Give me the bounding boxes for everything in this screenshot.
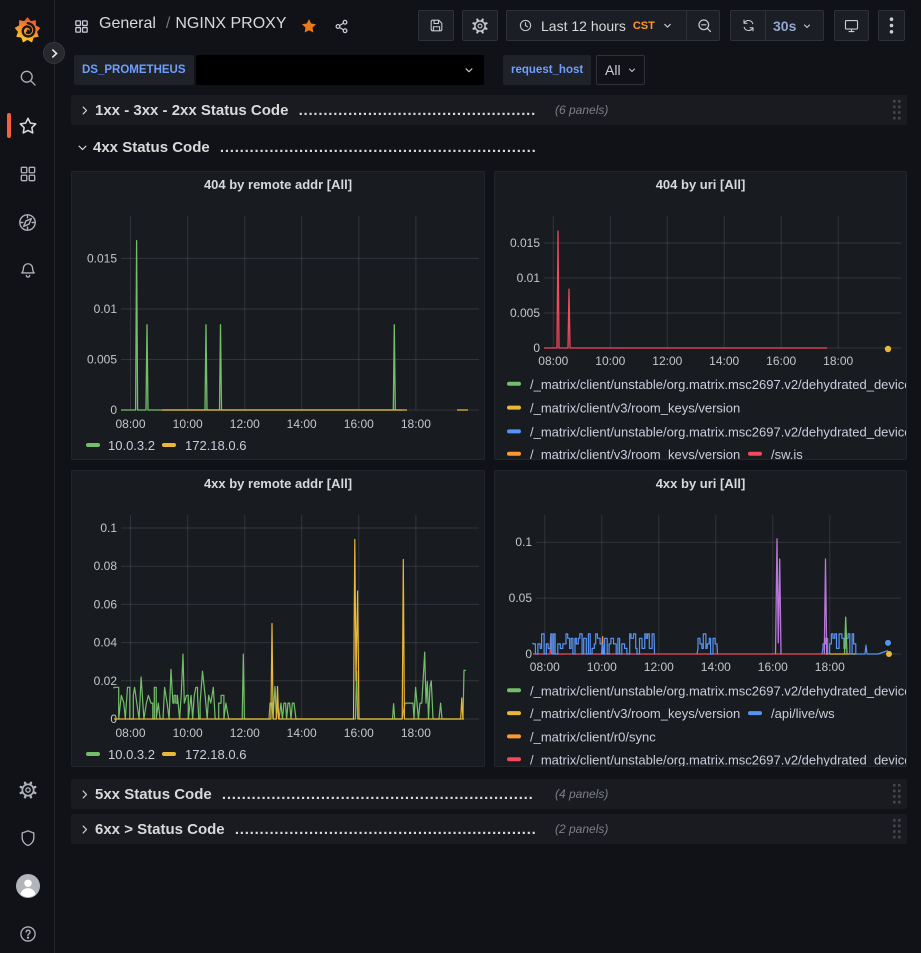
svg-text:10:00: 10:00 — [595, 354, 625, 368]
svg-text:0.01: 0.01 — [94, 302, 118, 316]
svg-text:18:00: 18:00 — [401, 726, 431, 740]
svg-text:12:00: 12:00 — [644, 660, 674, 674]
svg-text:/_matrix/client/unstable/org.m: /_matrix/client/unstable/org.matrix.msc2… — [530, 683, 907, 698]
svg-text:/_matrix/client/v3/room_keys/v: /_matrix/client/v3/room_keys/version — [530, 447, 740, 460]
svg-text:12:00: 12:00 — [230, 417, 260, 431]
svg-text:0: 0 — [110, 403, 117, 417]
svg-text:0.05: 0.05 — [509, 591, 533, 605]
svg-text:/_matrix/client/unstable/org.m: /_matrix/client/unstable/org.matrix.msc2… — [530, 752, 907, 767]
svg-text:0: 0 — [533, 341, 540, 355]
svg-text:0.015: 0.015 — [510, 236, 540, 250]
svg-text:0.06: 0.06 — [94, 597, 118, 611]
svg-text:/api/live/ws: /api/live/ws — [771, 706, 835, 721]
svg-text:172.18.0.6: 172.18.0.6 — [185, 747, 246, 762]
svg-text:18:00: 18:00 — [815, 660, 845, 674]
svg-text:10:00: 10:00 — [587, 660, 617, 674]
svg-text:18:00: 18:00 — [401, 417, 431, 431]
svg-text:14:00: 14:00 — [287, 417, 317, 431]
svg-text:12:00: 12:00 — [652, 354, 682, 368]
svg-text:14:00: 14:00 — [287, 726, 317, 740]
svg-text:0.01: 0.01 — [517, 271, 541, 285]
svg-text:16:00: 16:00 — [758, 660, 788, 674]
svg-text:16:00: 16:00 — [344, 726, 374, 740]
svg-text:0.08: 0.08 — [94, 559, 118, 573]
svg-text:08:00: 08:00 — [538, 354, 568, 368]
svg-text:12:00: 12:00 — [230, 726, 260, 740]
svg-text:10:00: 10:00 — [173, 417, 203, 431]
svg-text:/_matrix/client/unstable/org.m: /_matrix/client/unstable/org.matrix.msc2… — [530, 377, 907, 392]
svg-text:10.0.3.2: 10.0.3.2 — [108, 438, 155, 453]
svg-text:/_matrix/client/v3/room_keys/v: /_matrix/client/v3/room_keys/version — [530, 401, 740, 416]
svg-text:0.02: 0.02 — [94, 674, 118, 688]
svg-text:10.0.3.2: 10.0.3.2 — [108, 747, 155, 762]
svg-text:0.1: 0.1 — [515, 535, 532, 549]
svg-text:/sw.js: /sw.js — [771, 447, 803, 460]
svg-text:08:00: 08:00 — [115, 726, 145, 740]
svg-text:0: 0 — [525, 647, 532, 661]
svg-text:0.1: 0.1 — [100, 521, 117, 535]
svg-text:0.015: 0.015 — [87, 251, 117, 265]
svg-text:172.18.0.6: 172.18.0.6 — [185, 438, 246, 453]
svg-text:0.005: 0.005 — [87, 353, 117, 367]
svg-text:14:00: 14:00 — [701, 660, 731, 674]
svg-text:/_matrix/client/unstable/org.m: /_matrix/client/unstable/org.matrix.msc2… — [530, 424, 907, 439]
svg-text:0.04: 0.04 — [94, 636, 118, 650]
svg-text:16:00: 16:00 — [344, 417, 374, 431]
svg-text:/_matrix/client/r0/sync: /_matrix/client/r0/sync — [530, 729, 656, 744]
svg-text:0.005: 0.005 — [510, 306, 540, 320]
svg-text:10:00: 10:00 — [173, 726, 203, 740]
svg-text:16:00: 16:00 — [766, 354, 796, 368]
svg-text:/_matrix/client/v3/room_keys/v: /_matrix/client/v3/room_keys/version — [530, 706, 740, 721]
svg-text:08:00: 08:00 — [115, 417, 145, 431]
svg-text:08:00: 08:00 — [530, 660, 560, 674]
svg-text:18:00: 18:00 — [823, 354, 853, 368]
svg-text:14:00: 14:00 — [709, 354, 739, 368]
